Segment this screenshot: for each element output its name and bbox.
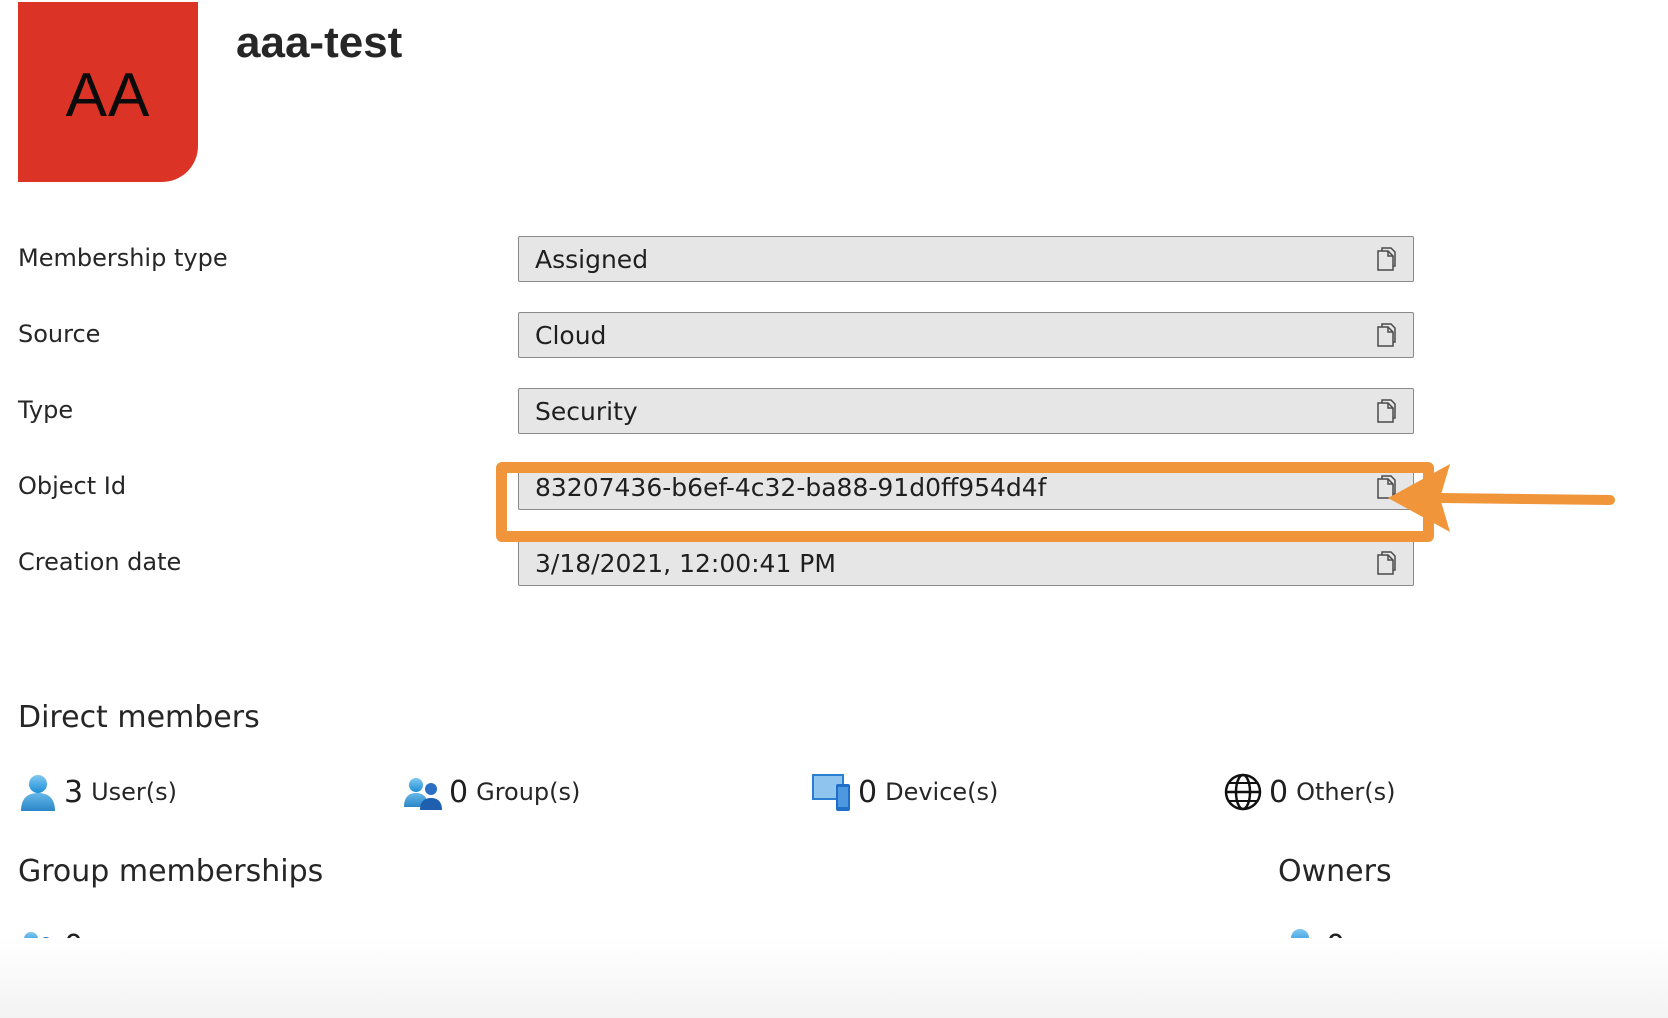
users-label: User(s)	[91, 778, 178, 806]
group-memberships-heading: Group memberships	[18, 854, 324, 889]
copy-icon[interactable]	[1373, 550, 1399, 576]
owners-heading: Owners	[1278, 854, 1392, 889]
type-field[interactable]: Security	[518, 388, 1414, 434]
devices-stat[interactable]: 0 Device(s)	[812, 770, 998, 814]
copy-icon[interactable]	[1373, 322, 1399, 348]
devices-label: Device(s)	[885, 778, 999, 806]
group-icon	[404, 778, 442, 810]
device-icon	[812, 774, 850, 811]
groups-label: Group(s)	[476, 778, 581, 806]
devices-count: 0	[858, 774, 878, 810]
source-label: Source	[18, 320, 101, 348]
membership-type-label: Membership type	[18, 244, 228, 272]
user-icon	[21, 775, 55, 811]
type-value: Security	[535, 396, 638, 426]
group-memberships-count: 0	[64, 928, 84, 964]
avatar-initials: AA	[65, 60, 151, 130]
groups-stat[interactable]: 0 Group(s)	[403, 770, 580, 814]
object-id-label: Object Id	[18, 472, 127, 500]
source-value: Cloud	[535, 320, 607, 350]
others-count: 0	[1269, 774, 1289, 810]
others-label: Other(s)	[1296, 778, 1396, 806]
arrow-left-icon	[1388, 464, 1615, 532]
copy-icon[interactable]	[1373, 246, 1399, 272]
creation-date-field[interactable]: 3/18/2021, 12:00:41 PM	[518, 540, 1414, 586]
creation-date-label: Creation date	[18, 548, 182, 576]
creation-date-value: 3/18/2021, 12:00:41 PM	[535, 548, 836, 578]
page-title: aaa-test	[236, 18, 403, 67]
user-icon	[1283, 929, 1317, 965]
membership-type-field[interactable]: Assigned	[518, 236, 1414, 282]
copy-icon[interactable]	[1373, 398, 1399, 424]
direct-members-heading: Direct members	[18, 700, 260, 735]
group-memberships-stat[interactable]: 0	[18, 924, 91, 968]
users-count: 3	[64, 774, 84, 810]
bottom-fade	[0, 938, 1668, 1018]
owners-count: 0	[1326, 928, 1346, 964]
source-field[interactable]: Cloud	[518, 312, 1414, 358]
type-label: Type	[18, 396, 74, 424]
globe-icon	[1224, 773, 1262, 811]
membership-type-value: Assigned	[535, 244, 649, 274]
others-stat[interactable]: 0 Other(s)	[1223, 770, 1395, 814]
group-icon	[19, 932, 57, 964]
group-avatar: AA	[18, 2, 198, 182]
highlight-box	[496, 462, 1434, 542]
groups-count: 0	[449, 774, 469, 810]
owners-stat[interactable]: 0	[1280, 924, 1353, 968]
users-stat[interactable]: 3 User(s)	[18, 770, 177, 814]
